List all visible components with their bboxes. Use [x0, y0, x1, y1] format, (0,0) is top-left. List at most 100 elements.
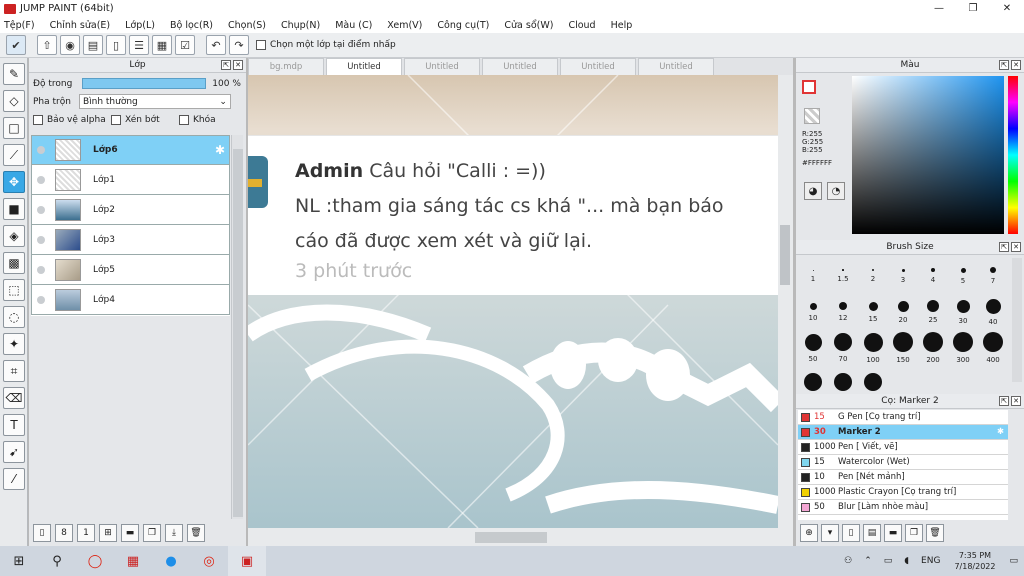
brush-size-option[interactable]: 2 — [858, 258, 888, 294]
layer-row[interactable]: Lớp6 ✱ — [31, 135, 230, 165]
brush-size-option[interactable]: 1.5 — [828, 258, 858, 294]
volume-icon[interactable]: ◖ — [904, 556, 909, 566]
windows-start-icon[interactable]: ⊞ — [0, 546, 38, 576]
brush-size-option[interactable]: 20 — [888, 294, 918, 330]
merge-down-icon[interactable]: ⤓ — [165, 524, 183, 542]
brush-list-item[interactable]: 1000 Pen [ Viết, vẽ] — [798, 440, 1008, 455]
folder-icon[interactable]: ▬ — [884, 524, 902, 542]
layer-row[interactable]: Lớp2 — [31, 195, 230, 225]
grid-icon[interactable]: ▦ — [152, 35, 172, 55]
cloud-check-icon[interactable]: ✔ — [6, 35, 26, 55]
brush-size-option[interactable]: 150 — [888, 330, 918, 366]
brush-icon[interactable]: ✎ — [3, 63, 25, 85]
checklist-icon[interactable]: ☑ — [175, 35, 195, 55]
gear-icon[interactable]: ✱ — [997, 427, 1004, 437]
menu-layer[interactable]: Lớp(L) — [125, 20, 155, 31]
people-icon[interactable]: ⚇ — [844, 556, 852, 566]
trash-icon[interactable]: 🗑 — [187, 524, 205, 542]
zalo-icon[interactable]: ● — [152, 546, 190, 576]
eraser-icon[interactable]: ◇ — [3, 90, 25, 112]
menu-file[interactable]: Tệp(F) — [4, 20, 35, 31]
select-layer-on-click[interactable]: Chọn một lớp tại điểm nhấp — [256, 40, 396, 50]
eyedropper-icon[interactable]: ⁄ — [3, 468, 25, 490]
brush-size-option[interactable]: 100 — [858, 330, 888, 366]
brush-size-option[interactable]: 4 — [918, 258, 948, 294]
brush-size-option[interactable]: 5 — [948, 258, 978, 294]
search-icon[interactable]: ⚲ — [38, 546, 76, 576]
visibility-icon[interactable] — [37, 235, 45, 244]
text-icon[interactable]: T — [3, 414, 25, 436]
canvas-vertical-scrollbar[interactable] — [778, 75, 793, 528]
select-layer-checkbox[interactable] — [256, 40, 266, 50]
trash-icon[interactable]: 🗑 — [926, 524, 944, 542]
add-layer-menu-icon[interactable]: ⊞ — [99, 524, 117, 542]
brush-size-option[interactable]: 12 — [828, 294, 858, 330]
drawing-canvas[interactable]: Admin Câu hỏi "Calli : =)) NL :tham gia … — [248, 75, 778, 528]
opera-icon[interactable]: ◯ — [76, 546, 114, 576]
page-icon[interactable]: ▯ — [106, 35, 126, 55]
app-grid-icon[interactable]: ▦ — [114, 546, 152, 576]
tab-untitled-active[interactable]: Untitled — [326, 58, 402, 75]
new-layer-8bit-icon[interactable]: 8 — [55, 524, 73, 542]
hue-slider[interactable] — [1008, 76, 1018, 234]
fill-rect-icon[interactable]: ■ — [3, 198, 25, 220]
tab-untitled[interactable]: Untitled — [482, 58, 558, 75]
panel-float-icon[interactable]: ⇱ — [999, 60, 1009, 70]
transparent-color-swatch[interactable] — [804, 108, 820, 124]
opacity-slider[interactable] — [82, 78, 207, 89]
move-icon[interactable]: ✥ — [3, 171, 25, 193]
language-indicator[interactable]: ENG — [921, 556, 940, 566]
foreground-color-swatch[interactable] — [802, 80, 816, 94]
brush-size-option[interactable]: 400 — [978, 330, 1008, 366]
network-icon[interactable]: ▭ — [884, 556, 893, 566]
select-rect-icon[interactable]: ⬚ — [3, 279, 25, 301]
brush-size-option[interactable]: 40 — [978, 294, 1008, 330]
panel-float-icon[interactable]: ⇱ — [999, 396, 1009, 406]
tab-untitled[interactable]: Untitled — [560, 58, 636, 75]
visibility-icon[interactable] — [37, 295, 45, 304]
redo-icon[interactable]: ↷ — [229, 35, 249, 55]
notification-center-icon[interactable]: ▭ — [1009, 556, 1018, 566]
blend-mode-select[interactable]: Bình thường ⌄ — [78, 94, 231, 109]
brush-list-item[interactable]: 15 Watercolor (Wet) — [798, 455, 1008, 470]
duplicate-layer-icon[interactable]: ❐ — [143, 524, 161, 542]
brush-size-option[interactable]: 25 — [918, 294, 948, 330]
select-pen-icon[interactable]: ⌗ — [3, 360, 25, 382]
panel-close-icon[interactable]: ✕ — [1011, 396, 1021, 406]
clock[interactable]: 7:35 PM 7/18/2022 — [954, 550, 995, 572]
layer-row[interactable]: Lớp1 — [31, 165, 230, 195]
notification-card[interactable]: Admin Câu hỏi "Calli : =)) NL :tham gia … — [248, 135, 778, 295]
brush-copy-icon[interactable]: ▤ — [863, 524, 881, 542]
duplicate-icon[interactable]: ❐ — [905, 524, 923, 542]
opera-gx-icon[interactable]: ◎ — [190, 546, 228, 576]
brush-list-item[interactable]: 10 Pen [Nét mảnh] — [798, 470, 1008, 485]
magic-wand-icon[interactable]: ✦ — [3, 333, 25, 355]
brush-list-item[interactable]: 50 Blur [Làm nhòe màu] — [798, 500, 1008, 515]
new-layer-icon[interactable]: ▯ — [33, 524, 51, 542]
palette-settings-icon[interactable]: ◔ — [827, 182, 845, 200]
menu-window[interactable]: Cửa sổ(W) — [504, 20, 553, 31]
panel-close-icon[interactable]: ✕ — [1011, 242, 1021, 252]
lock-checkbox[interactable] — [179, 115, 189, 125]
operation-icon[interactable]: ➹ — [3, 441, 25, 463]
lasso-icon[interactable]: ◌ — [3, 306, 25, 328]
select-eraser-icon[interactable]: ⌫ — [3, 387, 25, 409]
comment-icon[interactable]: ▤ — [83, 35, 103, 55]
brush-list-item[interactable]: 15 G Pen [Cọ trang trí] — [798, 410, 1008, 425]
menu-select[interactable]: Chọn(S) — [228, 20, 266, 31]
layer-row[interactable]: Lớp3 — [31, 225, 230, 255]
menu-edit[interactable]: Chỉnh sửa(E) — [50, 20, 111, 31]
brush-size-option[interactable]: 50 — [798, 330, 828, 366]
layer-scrollbar[interactable] — [231, 135, 243, 519]
brush-menu-icon[interactable]: ▾ — [821, 524, 839, 542]
visibility-icon[interactable] — [37, 205, 45, 214]
menu-capture[interactable]: Chụp(N) — [281, 20, 320, 31]
clip-checkbox[interactable] — [111, 115, 121, 125]
brush-size-option[interactable]: 70 — [828, 330, 858, 366]
brush-size-scrollbar[interactable] — [1012, 258, 1022, 382]
visibility-icon[interactable] — [37, 175, 45, 184]
undo-icon[interactable]: ↶ — [206, 35, 226, 55]
panel-close-icon[interactable]: ✕ — [1011, 60, 1021, 70]
close-button[interactable]: ✕ — [990, 0, 1024, 17]
palette-icon[interactable]: ◕ — [804, 182, 822, 200]
